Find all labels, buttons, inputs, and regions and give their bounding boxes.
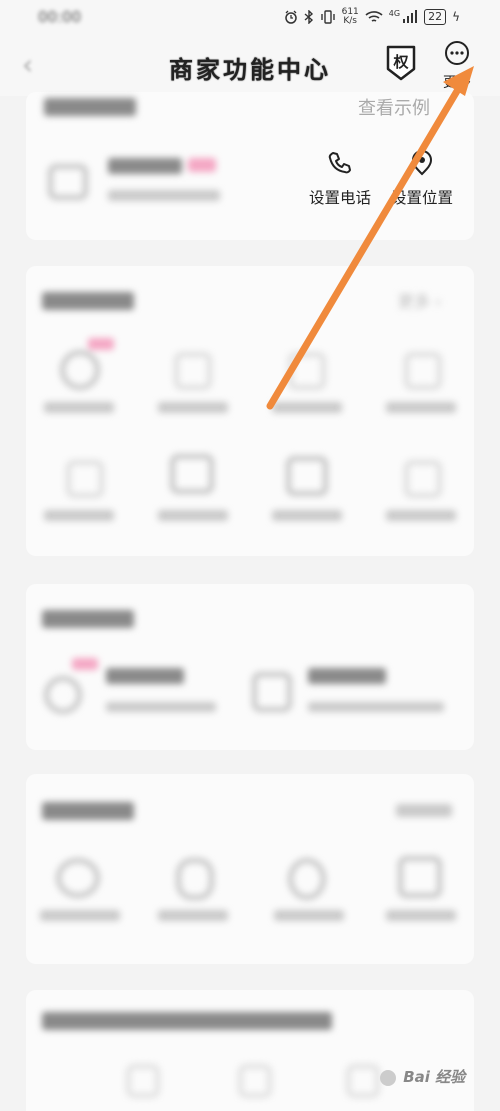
- watermark-text: Bai 经验: [403, 1068, 466, 1086]
- net-speed-unit: K/s: [343, 16, 357, 26]
- quan-button[interactable]: 权: [385, 45, 417, 81]
- set-phone-label: 设置电话: [308, 189, 371, 207]
- bluetooth-icon: [304, 10, 313, 24]
- status-time: 00:00: [38, 8, 82, 26]
- location-icon: [411, 150, 433, 176]
- more-button[interactable]: 更多: [440, 40, 474, 92]
- wifi-icon: [365, 11, 383, 22]
- bottom-card: [26, 990, 474, 1111]
- quan-badge-label: 权: [393, 53, 409, 71]
- top-bar: ‹ 商家功能中心 权 更多: [0, 34, 500, 96]
- charging-icon: ϟ: [452, 10, 460, 24]
- features-more-link[interactable]: 更多 ›: [398, 288, 442, 312]
- promotion-card: [26, 584, 474, 750]
- alarm-icon: [284, 10, 297, 24]
- phone-icon: [328, 152, 351, 174]
- view-example-link[interactable]: 查看示例: [358, 94, 430, 120]
- page-title: 商家功能中心: [169, 55, 331, 84]
- signal-icon: [403, 10, 418, 23]
- battery-icon: 22: [424, 9, 447, 25]
- tools-card: [26, 774, 474, 964]
- set-location-label: 设置位置: [390, 189, 453, 207]
- more-label: 更多: [443, 75, 471, 91]
- baidu-paw-icon: [380, 1069, 396, 1086]
- watermark: Bai 经验: [378, 1066, 465, 1087]
- set-phone-button[interactable]: 设置电话: [295, 150, 385, 208]
- features-card: 更多 ›: [26, 266, 474, 556]
- net-speed: 611 K/s: [342, 8, 359, 26]
- more-dots-icon: [445, 41, 469, 65]
- network-type: 4G: [388, 8, 401, 18]
- vibrate-icon: [320, 10, 335, 24]
- set-location-button[interactable]: 设置位置: [377, 150, 467, 208]
- status-bar: 00:00 611 K/s 4G 22 ϟ: [0, 0, 500, 34]
- status-icons: 611 K/s 4G 22 ϟ: [284, 4, 460, 30]
